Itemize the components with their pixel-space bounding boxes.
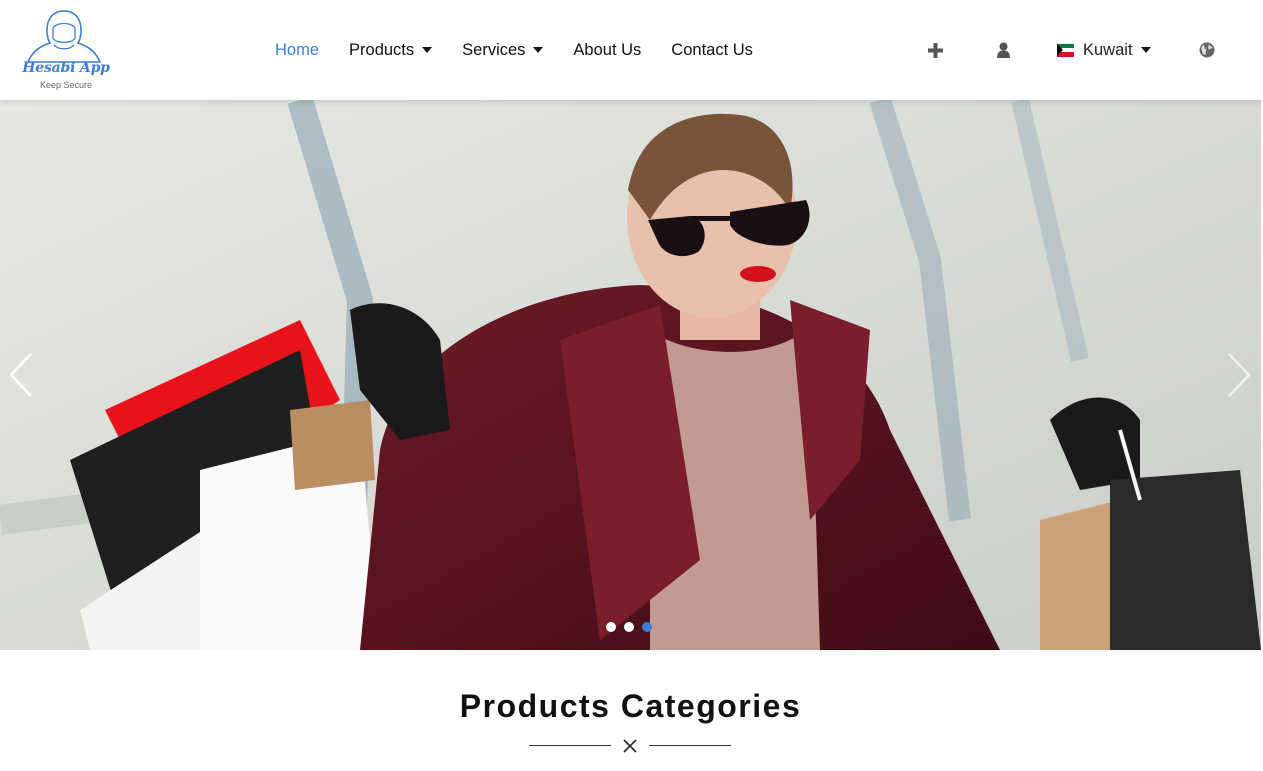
hero-carousel [0,100,1261,650]
carousel-indicator-2[interactable] [624,622,634,632]
brand-name: Hesabi App [22,60,110,76]
top-navbar: Hesabi App Keep Secure Home Products Ser… [0,0,1263,100]
nav-actions: Kuwait [0,38,1263,62]
chevron-right-icon[interactable] [1224,350,1254,400]
carousel-indicators [606,622,660,632]
user-icon[interactable] [997,38,1010,62]
carousel-indicator-3[interactable] [642,622,652,632]
brand-tagline: Keep Secure [39,80,93,90]
woman-shopping-bags-photo [0,100,1261,650]
chevron-left-icon[interactable] [6,350,36,400]
globe-icon[interactable] [1199,38,1215,62]
carousel-indicator-1[interactable] [606,622,616,632]
plus-icon[interactable] [928,38,943,62]
close-icon [623,739,637,758]
section-divider [529,736,731,756]
country-selector[interactable]: Kuwait [1057,38,1151,62]
section-title: Products Categories [459,688,802,724]
country-label: Kuwait [1083,40,1133,59]
caret-down-icon [1140,47,1151,53]
kuwait-flag-icon [1057,43,1074,57]
